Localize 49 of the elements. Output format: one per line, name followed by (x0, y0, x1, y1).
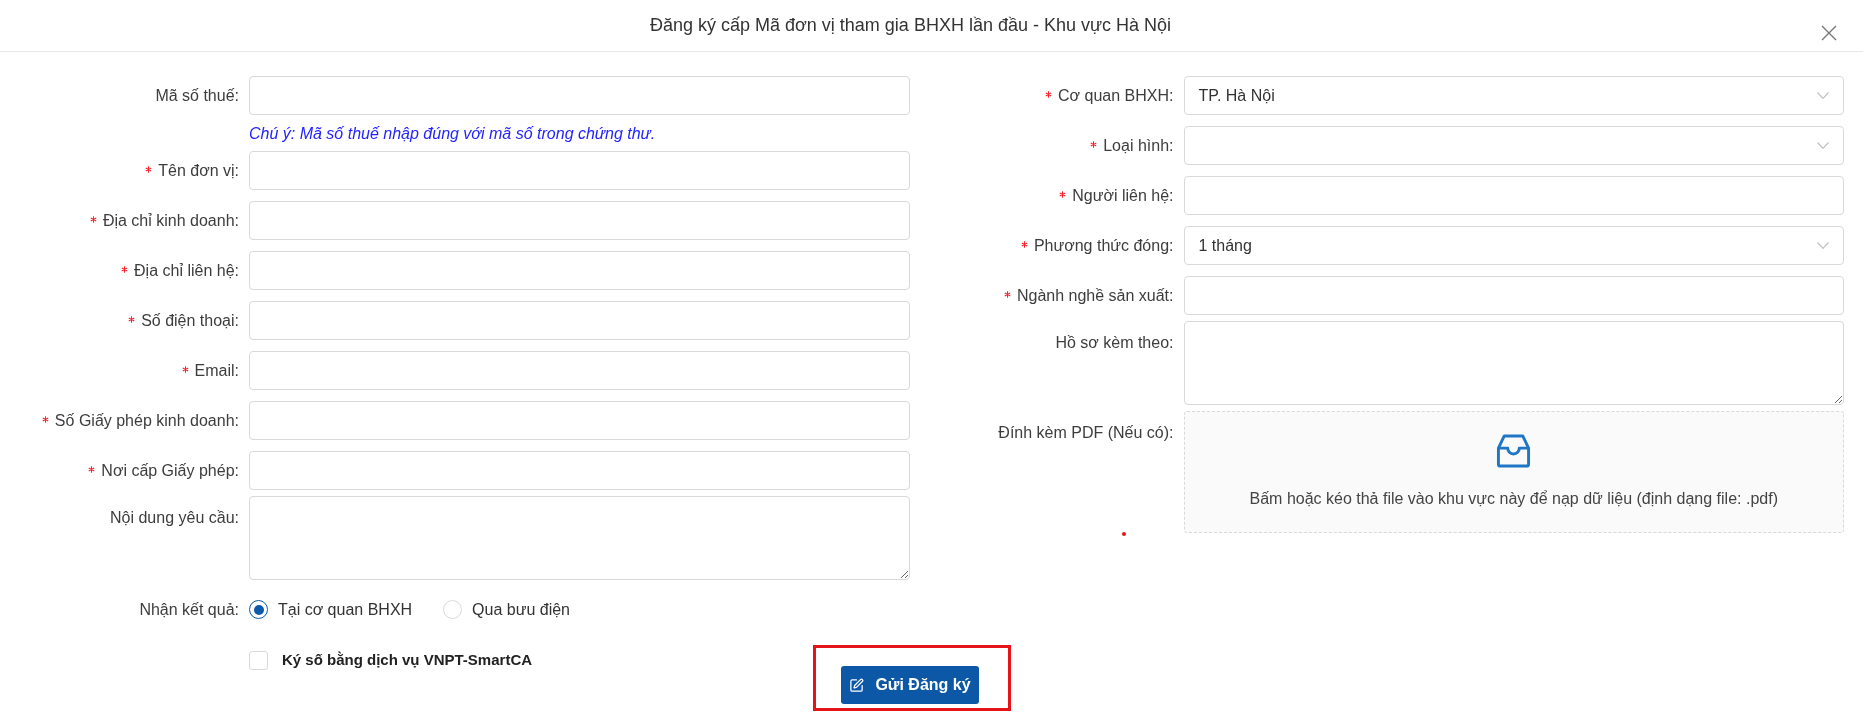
field-label: Địa chỉ liên hệ: (134, 260, 239, 281)
checkbox[interactable] (249, 650, 268, 670)
text-input[interactable] (249, 251, 910, 290)
radio-label: Qua bưu điện (472, 599, 570, 620)
checkbox-label: Ký số bằng dịch vụ VNPT-SmartCA (282, 650, 533, 670)
file-dropzone[interactable]: Bấm hoặc kéo thả file vào khu vực này để nạp dữ liệu (định dạng file: .pdf) (1183, 411, 1844, 533)
field-label: Phương thức đóng: (1033, 235, 1174, 256)
select-field[interactable]: 1 tháng (1183, 226, 1844, 265)
textarea-field[interactable] (1183, 321, 1844, 405)
text-input[interactable] (249, 451, 910, 490)
field-label: Số điện thoại: (141, 310, 239, 331)
field-label: Hồ sơ kèm theo: (1055, 333, 1174, 353)
field-label: Tên đơn vị: (158, 160, 239, 181)
text-input[interactable] (249, 351, 910, 390)
close-button[interactable] (1821, 25, 1837, 41)
field-label: Đính kèm PDF (Nếu có): (998, 423, 1174, 443)
select-field[interactable]: TP. Hà Nội (1183, 76, 1844, 115)
field-label: Địa chỉ kinh doanh: (102, 210, 239, 231)
inbox-icon (1496, 433, 1532, 469)
field-label: Loại hình: (1103, 135, 1174, 156)
text-input[interactable] (249, 301, 910, 340)
chevron-down-icon (1817, 142, 1829, 149)
radio-button[interactable] (249, 600, 268, 619)
select-field[interactable] (1183, 126, 1844, 165)
field-label: Người liên hệ: (1072, 185, 1174, 206)
field-label: Nơi cấp Giấy phép: (101, 460, 239, 481)
submit-button[interactable]: Gửi Đăng ký (841, 666, 979, 704)
field-label: Cơ quan BHXH: (1058, 85, 1174, 106)
text-input[interactable] (249, 151, 910, 190)
field-label: Email: (194, 360, 239, 381)
text-input[interactable] (1183, 276, 1844, 315)
field-label: Ngành nghề sản xuất: (1016, 285, 1174, 306)
textarea-field[interactable] (249, 496, 910, 580)
text-input[interactable] (249, 76, 910, 115)
field-label: Số Giấy phép kinh doanh: (54, 410, 239, 431)
field-label: Mã số thuế: (155, 85, 239, 106)
field-label: Nội dung yêu cầu: (110, 508, 239, 528)
chevron-down-icon (1817, 242, 1829, 249)
chevron-down-icon (1817, 92, 1829, 99)
field-label: Nhận kết quả: (139, 599, 239, 620)
hint-text: Chú ý: Mã số thuế nhập đúng với mã số trong chứng thư. (249, 125, 656, 142)
close-icon (1821, 25, 1837, 41)
text-input[interactable] (249, 201, 910, 240)
dropzone-hint-text: Bấm hoặc kéo thả file vào khu vực này để nạp dữ liệu (định dạng file: .pdf) (1249, 489, 1778, 509)
text-input[interactable] (1183, 176, 1844, 215)
radio-label: Tại cơ quan BHXH (278, 599, 413, 620)
edit-icon (849, 677, 865, 693)
text-input[interactable] (249, 401, 910, 440)
dialog-title: Đăng ký cấp Mã đơn vị tham gia BHXH lần đầu - Khu vực Hà Nội (649, 14, 1172, 37)
